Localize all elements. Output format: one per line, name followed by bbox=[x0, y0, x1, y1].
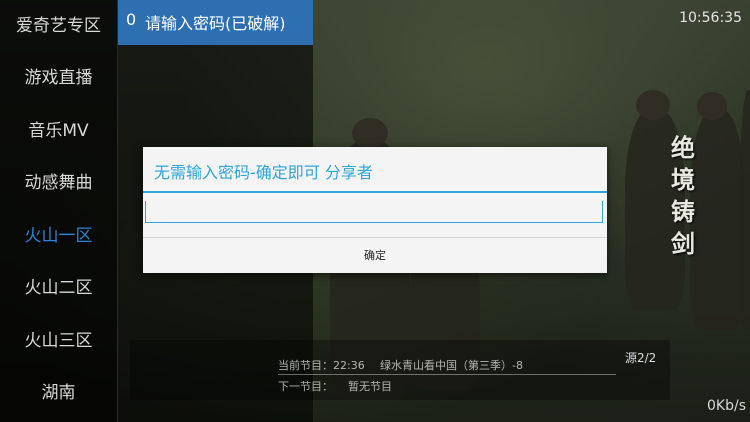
confirm-button[interactable]: 确定 bbox=[143, 238, 607, 273]
clock: 10:56:35 bbox=[679, 10, 742, 26]
source-indicator: 源2/2 bbox=[625, 351, 657, 365]
sidebar-item-music-mv[interactable]: 音乐MV bbox=[0, 105, 117, 157]
sidebar-item-hunan[interactable]: 湖南 bbox=[0, 367, 117, 419]
sidebar-item-dance[interactable]: 动感舞曲 bbox=[0, 157, 117, 209]
sidebar-item-huoshan-1[interactable]: 火山一区 bbox=[0, 210, 117, 262]
tv-player-screen: 绝境铸剑 0 请输入密码(已破解) 爱奇艺专区 游戏直播 音乐MV 动感舞曲 火… bbox=[0, 0, 750, 422]
password-dialog: 无需输入密码-确定即可 分享者 确定 bbox=[143, 147, 607, 273]
network-speed: 0Kb/s bbox=[707, 398, 746, 414]
dialog-title-divider bbox=[143, 191, 607, 193]
channel-name: 请输入密码(已破解) bbox=[145, 14, 286, 33]
film-title-calligraphy: 绝境铸剑 bbox=[671, 133, 695, 258]
epg-current-label: 当前节目：22:36 bbox=[278, 359, 365, 372]
dialog-title: 无需输入密码-确定即可 分享者 bbox=[154, 163, 373, 182]
epg-divider bbox=[278, 374, 616, 375]
sidebar-item-huoshan-3[interactable]: 火山三区 bbox=[0, 315, 117, 367]
epg-current-title: 绿水青山看中国（第三季）-8 bbox=[380, 359, 523, 372]
sidebar-item-iqiyi[interactable]: 爱奇艺专区 bbox=[0, 0, 117, 52]
password-input[interactable] bbox=[145, 201, 603, 223]
sidebar-item-game-live[interactable]: 游戏直播 bbox=[0, 52, 117, 104]
epg-next-title: 暂无节目 bbox=[348, 380, 392, 393]
category-sidebar: 爱奇艺专区 游戏直播 音乐MV 动感舞曲 火山一区 火山二区 火山三区 湖南 bbox=[0, 0, 118, 422]
channel-number: 0 bbox=[126, 10, 137, 29]
epg-next-label: 下一节目： bbox=[278, 380, 333, 393]
sidebar-item-huoshan-2[interactable]: 火山二区 bbox=[0, 262, 117, 314]
